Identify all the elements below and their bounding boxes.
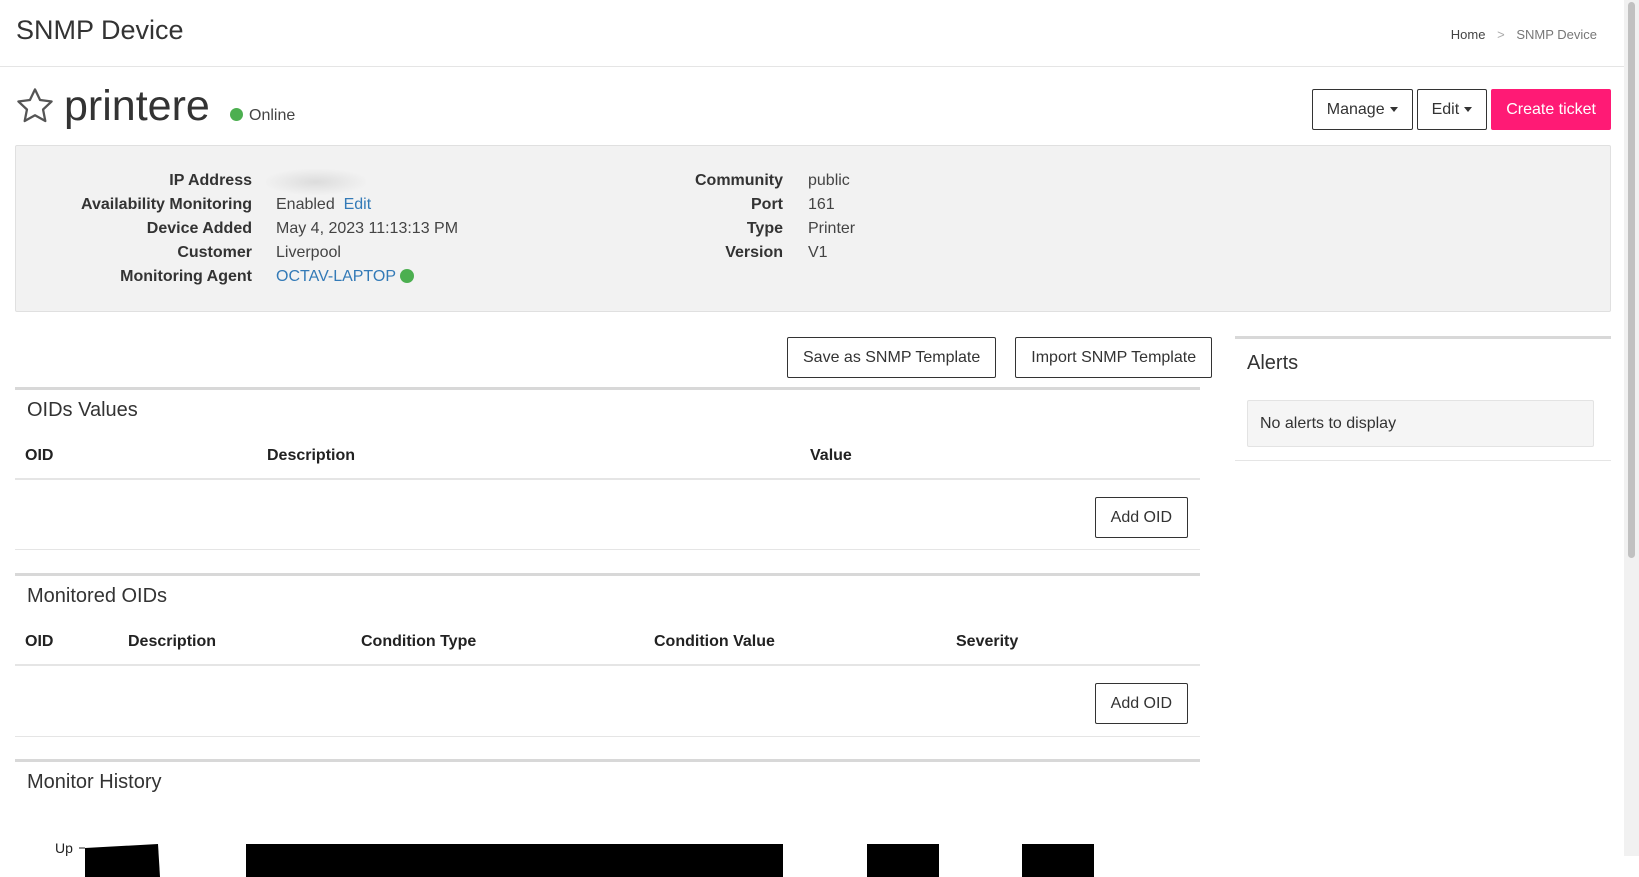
device-status: Online: [230, 107, 295, 125]
column-header-oid: OID: [25, 447, 54, 464]
ip-address-value: [266, 169, 366, 195]
info-row-availability: Availability Monitoring Enabled Edit: [16, 193, 458, 217]
uptime-bar: [1022, 844, 1094, 877]
availability-edit-link[interactable]: Edit: [344, 196, 372, 213]
info-row-customer: Customer Liverpool: [16, 241, 458, 265]
top-header: SNMP Device Home > SNMP Device: [0, 0, 1624, 67]
star-outline-icon[interactable]: [14, 85, 56, 127]
breadcrumb-separator: >: [1497, 27, 1505, 42]
oids-values-panel: OIDs Values OID Description Value Add OI…: [15, 387, 1200, 550]
uptime-bar: [246, 844, 783, 877]
community-value: public: [808, 172, 850, 189]
port-value: 161: [808, 196, 835, 213]
edit-dropdown-button[interactable]: Edit: [1416, 89, 1488, 130]
info-row-port: Port 161: [596, 193, 855, 217]
alerts-panel: Alerts No alerts to display: [1235, 336, 1611, 461]
info-row-type: Type Printer: [596, 217, 855, 241]
column-header-severity: Severity: [956, 633, 1019, 650]
monitor-history-panel: Monitor History Up: [15, 759, 1200, 877]
blurred-ip-value: [266, 169, 366, 195]
oids-values-table-header: OID Description Value: [15, 447, 1200, 480]
device-added-value: May 4, 2023 11:13:13 PM: [276, 220, 459, 237]
customer-label: Customer: [177, 244, 252, 261]
info-row-monitoring-agent: Monitoring Agent OCTAV-LAPTOP: [16, 265, 458, 289]
monitored-oids-table-header: OID Description Condition Type Condition…: [15, 633, 1200, 666]
manage-label: Manage: [1326, 100, 1385, 118]
version-label: Version: [725, 244, 783, 261]
version-value: V1: [808, 244, 828, 261]
breadcrumb: Home > SNMP Device: [1451, 27, 1597, 42]
alerts-empty-message: No alerts to display: [1247, 400, 1594, 447]
availability-status: Enabled: [276, 196, 335, 213]
availability-label: Availability Monitoring: [81, 196, 252, 213]
uptime-bar: [85, 844, 160, 877]
edit-label: Edit: [1431, 100, 1460, 118]
template-actions: Save as SNMP Template Import SNMP Templa…: [787, 337, 1213, 378]
page-title: SNMP Device: [16, 15, 184, 45]
customer-link[interactable]: Liverpool: [276, 241, 341, 265]
import-snmp-template-button[interactable]: Import SNMP Template: [1015, 337, 1213, 378]
column-header-description: Description: [267, 447, 356, 464]
monitored-oids-title: Monitored OIDs: [27, 585, 168, 607]
header-actions: Manage Edit Create ticket: [1311, 89, 1611, 130]
page-scrollbar[interactable]: [1624, 0, 1639, 856]
column-header-condition-value: Condition Value: [654, 633, 775, 650]
community-label: Community: [695, 172, 783, 189]
breadcrumb-current: SNMP Device: [1516, 27, 1597, 42]
monitoring-agent-link[interactable]: OCTAV-LAPTOP: [276, 268, 396, 285]
info-row-version: Version V1: [596, 241, 855, 265]
device-added-label: Device Added: [146, 220, 252, 237]
scrollbar-thumb[interactable]: [1628, 2, 1635, 558]
monitoring-agent-value: OCTAV-LAPTOP: [276, 265, 415, 289]
info-column-left: IP Address Availability Monitoring Enabl…: [16, 169, 458, 289]
port-label: Port: [751, 196, 783, 213]
column-header-condition-type: Condition Type: [361, 633, 477, 650]
caret-down-icon: [1464, 107, 1473, 112]
monitor-history-chart: Up: [55, 840, 1094, 877]
status-label: Online: [249, 107, 296, 124]
oids-values-title: OIDs Values: [27, 399, 138, 421]
column-header-value: Value: [810, 447, 852, 464]
info-column-right: Community public Port 161 Type Printer V…: [596, 169, 855, 265]
column-header-description: Description: [128, 633, 217, 650]
type-label: Type: [746, 220, 783, 237]
info-row-ip-address: IP Address: [16, 169, 458, 195]
monitored-oids-panel: Monitored OIDs OID Description Condition…: [15, 573, 1200, 737]
add-oid-button[interactable]: Add OID: [1094, 497, 1188, 538]
device-name: printere: [64, 82, 210, 130]
alerts-title: Alerts: [1247, 352, 1299, 374]
info-row-device-added: Device Added May 4, 2023 11:13:13 PM: [16, 217, 458, 241]
monitoring-agent-label: Monitoring Agent: [120, 268, 252, 285]
status-online-dot-icon: [230, 108, 243, 121]
device-info-panel: IP Address Availability Monitoring Enabl…: [15, 145, 1611, 312]
add-monitored-oid-button[interactable]: Add OID: [1094, 683, 1188, 724]
type-value: Printer: [808, 220, 856, 237]
save-snmp-template-button[interactable]: Save as SNMP Template: [787, 337, 997, 378]
manage-dropdown-button[interactable]: Manage: [1311, 89, 1413, 130]
availability-value: Enabled Edit: [276, 193, 371, 217]
caret-down-icon: [1389, 107, 1398, 112]
y-axis-label-up: Up: [55, 840, 73, 856]
column-header-oid: OID: [25, 633, 54, 650]
agent-online-dot-icon: [400, 269, 415, 283]
create-ticket-button[interactable]: Create ticket: [1491, 89, 1611, 130]
breadcrumb-home-link[interactable]: Home: [1451, 27, 1486, 42]
monitor-history-title: Monitor History: [27, 771, 162, 793]
info-row-community: Community public: [596, 169, 855, 193]
ip-address-label: IP Address: [169, 172, 252, 189]
uptime-bar: [867, 844, 939, 877]
